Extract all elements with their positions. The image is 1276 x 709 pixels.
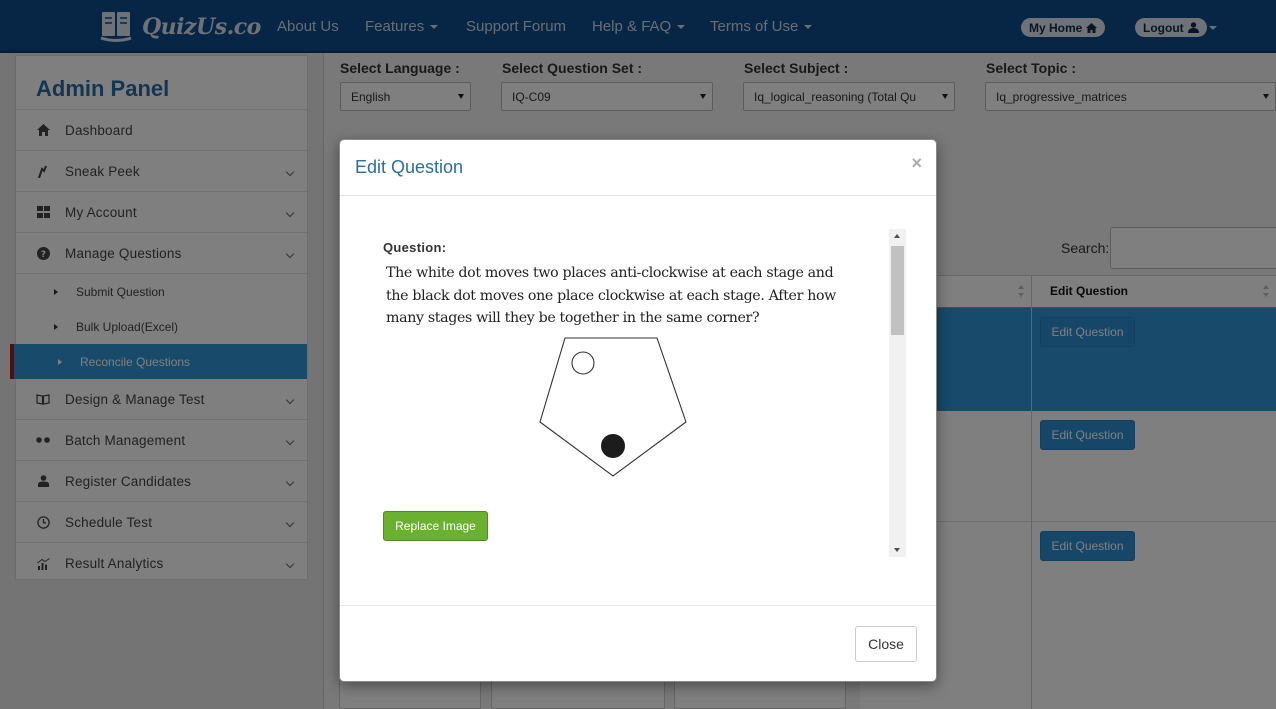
edit-question-modal: Edit Question × Question: The white dot … <box>339 139 937 682</box>
scrollbar-thumb[interactable] <box>891 246 904 335</box>
question-scrollbar[interactable] <box>889 229 906 557</box>
question-line: many stages will they be together in the… <box>386 310 760 326</box>
white-dot <box>571 351 595 375</box>
replace-image-button[interactable]: Replace Image <box>383 511 488 541</box>
question-line: the black dot moves one place clockwise … <box>386 287 836 304</box>
modal-body: Question: The white dot moves two places… <box>340 197 936 605</box>
scroll-down-arrow-icon[interactable] <box>894 548 900 552</box>
modal-header: Edit Question × <box>340 140 936 196</box>
question-text: The white dot moves two places anti-cloc… <box>386 262 836 330</box>
close-button[interactable]: Close <box>855 626 917 662</box>
pentagon-question-image <box>539 337 687 477</box>
modal-footer: Close <box>340 605 936 683</box>
black-dot <box>601 434 625 458</box>
question-scroll-area[interactable]: Question: The white dot moves two places… <box>383 229 907 557</box>
close-icon[interactable]: × <box>911 153 922 174</box>
question-line: The white dot moves two places anti-cloc… <box>386 265 834 281</box>
scroll-up-arrow-icon[interactable] <box>894 234 900 238</box>
question-label: Question: <box>383 240 447 255</box>
modal-title: Edit Question <box>355 157 464 177</box>
